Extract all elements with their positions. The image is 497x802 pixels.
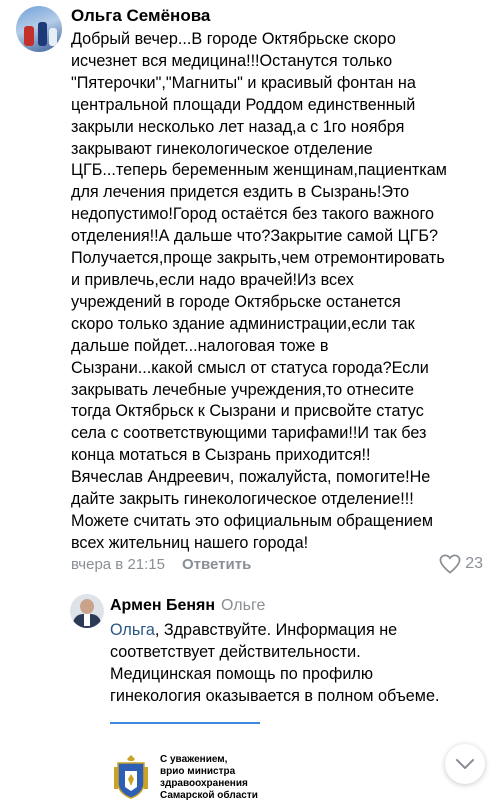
reply-button[interactable]: Ответить [182,556,251,573]
avatar-figure [38,22,47,46]
chevron-down-icon [456,759,474,769]
like-button[interactable]: 23 [439,554,483,574]
divider [110,722,260,724]
heart-icon [439,554,461,574]
avatar-figure [24,26,34,46]
reply-author[interactable]: Армен Бенян [110,597,215,614]
avatar-figure [49,28,57,46]
reply-text: Ольга, Здравствуйте. Информация не соотв… [110,620,490,708]
reply-body: , Здравствуйте. Информация не соответств… [110,621,440,705]
avatar-shirt [84,614,90,626]
comment-text: Добрый вечер...В городе Октябрьске скоро… [71,30,447,552]
comment-time: вчера в 21:15 [71,556,165,573]
avatar[interactable] [70,594,104,628]
avatar-face [80,599,94,614]
comment-author[interactable]: Ольга Семёнова [71,6,210,26]
signature-text: С уважением, врио министра здравоохранен… [160,754,258,801]
mention-link[interactable]: Ольга [110,621,155,639]
reply-to[interactable]: Ольге [221,597,265,614]
scroll-down-button[interactable] [445,744,485,784]
avatar[interactable] [16,6,62,52]
reply-header: Армен Бенян Ольге [110,597,265,615]
coat-of-arms-icon [114,755,148,799]
like-count: 23 [465,555,483,572]
